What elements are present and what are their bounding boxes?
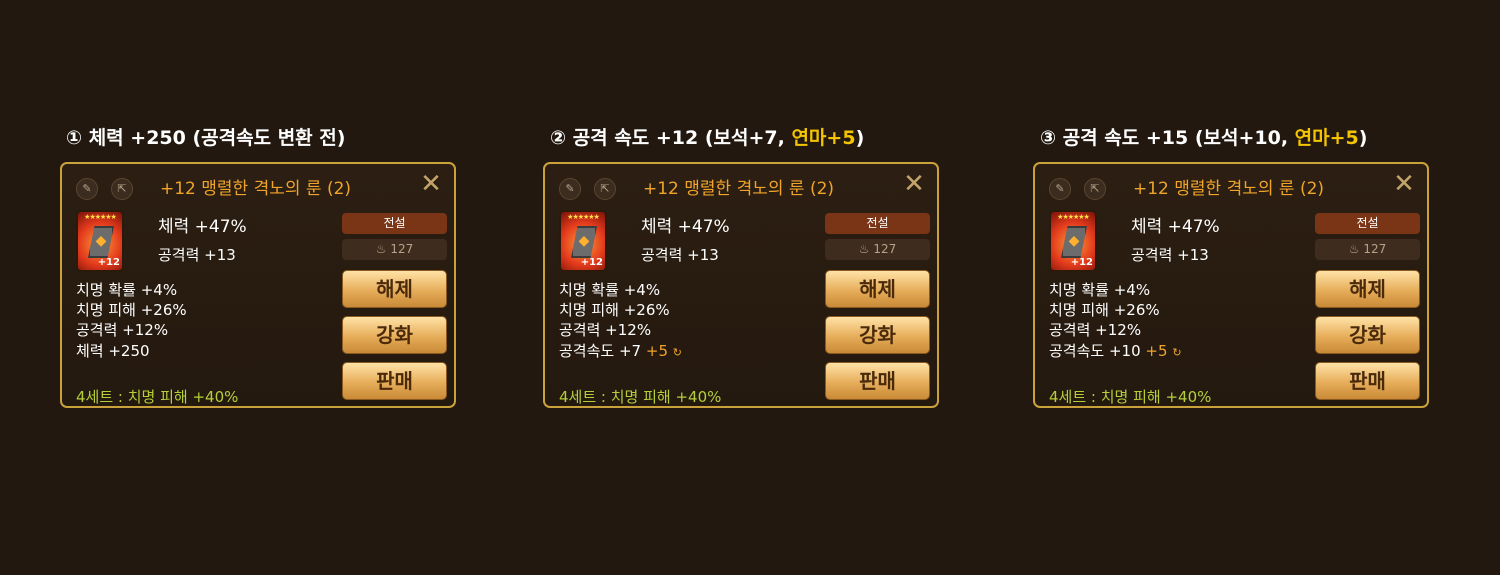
share-icon[interactable]: ⇱: [111, 178, 133, 200]
caption-suffix: ): [855, 127, 865, 149]
sub-stat: 치명 확률 +4%: [559, 281, 661, 299]
rune-level: +12: [97, 257, 120, 268]
power-badge: ♨ 127: [825, 239, 930, 260]
sub-stat: 공격속도 +7 +5 ↻: [559, 342, 682, 362]
sub-stat: 치명 피해 +26%: [76, 301, 187, 319]
rune-panel-1: ✎ ⇱ +12 맹렬한 격노의 룬 (2) ✕ ★★★★★★ ◆ +12 체력 …: [60, 162, 456, 408]
close-icon[interactable]: ✕: [418, 171, 444, 197]
upgrade-button[interactable]: 강화: [825, 316, 930, 354]
sub-stat-text: 공격속도 +7: [559, 342, 642, 360]
set-bonus: 4세트 : 치명 피해 +40%: [76, 388, 239, 406]
star-rating-icon: ★★★★★★: [84, 213, 117, 221]
rune-panel-2: ✎ ⇱ +12 맹렬한 격노의 룬 (2) ✕ ★★★★★★ ◆ +12 체력 …: [543, 162, 939, 408]
sub-stat: 치명 피해 +26%: [1049, 301, 1160, 319]
sell-button[interactable]: 판매: [825, 362, 930, 400]
power-value: 127: [1363, 242, 1387, 256]
set-bonus: 4세트 : 치명 피해 +40%: [1049, 388, 1212, 406]
caption-text: ② 공격 속도 +12 (보석+7,: [550, 127, 792, 149]
sub-stat: 치명 피해 +26%: [559, 301, 670, 319]
rune-level: +12: [580, 257, 603, 268]
reroll-icon: ↻: [672, 346, 682, 359]
share-icon[interactable]: ⇱: [594, 178, 616, 200]
power-value: 127: [873, 242, 897, 256]
rage-rune-symbol-icon: ◆: [95, 233, 107, 249]
unequip-button[interactable]: 해제: [342, 270, 447, 308]
main-stat: 체력 +47%: [641, 217, 730, 237]
rune-title: +12 맹렬한 격노의 룬 (2): [1133, 179, 1325, 199]
innate-stat: 공격력 +13: [641, 246, 719, 264]
rune-icon: ★★★★★★ ◆ +12: [1049, 210, 1097, 272]
flame-icon: ♨: [1348, 242, 1360, 256]
flame-icon: ♨: [375, 242, 387, 256]
unequip-button[interactable]: 해제: [825, 270, 930, 308]
grade-badge: 전설: [825, 213, 930, 234]
caption-1: ① 체력 +250 (공격속도 변환 전): [66, 124, 345, 152]
power-value: 127: [390, 242, 414, 256]
rune-icon: ★★★★★★ ◆ +12: [76, 210, 124, 272]
share-icon[interactable]: ⇱: [1084, 178, 1106, 200]
sell-button[interactable]: 판매: [1315, 362, 1420, 400]
rage-rune-symbol-icon: ◆: [1068, 233, 1080, 249]
sub-stat-text: 공격속도 +10: [1049, 342, 1141, 360]
pencil-icon[interactable]: ✎: [559, 178, 581, 200]
power-badge: ♨ 127: [342, 239, 447, 260]
sub-stat: 치명 확률 +4%: [1049, 281, 1151, 299]
grind-bonus: +5: [645, 342, 668, 360]
flame-icon: ♨: [858, 242, 870, 256]
sub-stat-text: 체력 +250: [76, 342, 150, 360]
caption-highlight: 연마+5: [791, 127, 856, 149]
sell-button[interactable]: 판매: [342, 362, 447, 400]
caption-text: ③ 공격 속도 +15 (보석+10,: [1040, 127, 1295, 149]
caption-3: ③ 공격 속도 +15 (보석+10, 연마+5): [1040, 124, 1367, 152]
innate-stat: 공격력 +13: [1131, 246, 1209, 264]
caption-suffix: ): [1358, 127, 1368, 149]
sub-stat: 체력 +250: [76, 342, 150, 361]
caption-highlight: 연마+5: [1294, 127, 1359, 149]
rune-icon: ★★★★★★ ◆ +12: [559, 210, 607, 272]
pencil-icon[interactable]: ✎: [76, 178, 98, 200]
grade-badge: 전설: [342, 213, 447, 234]
sub-stat: 치명 확률 +4%: [76, 281, 178, 299]
rune-title: +12 맹렬한 격노의 룬 (2): [160, 179, 352, 199]
set-bonus: 4세트 : 치명 피해 +40%: [559, 388, 722, 406]
star-rating-icon: ★★★★★★: [567, 213, 600, 221]
grade-badge: 전설: [1315, 213, 1420, 234]
pencil-icon[interactable]: ✎: [1049, 178, 1071, 200]
main-stat: 체력 +47%: [158, 217, 247, 237]
rune-panel-3: ✎ ⇱ +12 맹렬한 격노의 룬 (2) ✕ ★★★★★★ ◆ +12 체력 …: [1033, 162, 1429, 408]
rune-title: +12 맹렬한 격노의 룬 (2): [643, 179, 835, 199]
rune-level: +12: [1070, 257, 1093, 268]
sub-stat: 공격력 +12%: [559, 321, 652, 339]
grind-bonus: +5: [1145, 342, 1168, 360]
unequip-button[interactable]: 해제: [1315, 270, 1420, 308]
main-stat: 체력 +47%: [1131, 217, 1220, 237]
caption-2: ② 공격 속도 +12 (보석+7, 연마+5): [550, 124, 864, 152]
reroll-icon: ↻: [1172, 346, 1182, 359]
power-badge: ♨ 127: [1315, 239, 1420, 260]
sub-stat: 공격력 +12%: [76, 321, 169, 339]
close-icon[interactable]: ✕: [1391, 171, 1417, 197]
upgrade-button[interactable]: 강화: [1315, 316, 1420, 354]
rage-rune-symbol-icon: ◆: [578, 233, 590, 249]
sub-stat: 공격력 +12%: [1049, 321, 1142, 339]
upgrade-button[interactable]: 강화: [342, 316, 447, 354]
caption-text: ① 체력 +250 (공격속도 변환 전): [66, 127, 346, 149]
close-icon[interactable]: ✕: [901, 171, 927, 197]
star-rating-icon: ★★★★★★: [1057, 213, 1090, 221]
sub-stat: 공격속도 +10 +5 ↻: [1049, 342, 1182, 362]
innate-stat: 공격력 +13: [158, 246, 236, 264]
